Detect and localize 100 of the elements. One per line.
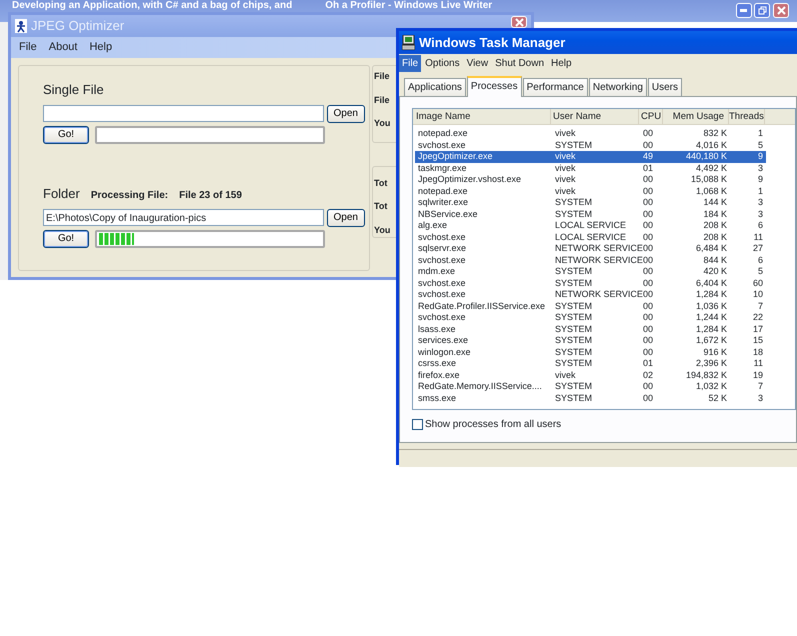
- menu-item[interactable]: Help: [89, 39, 112, 56]
- table-cell-text: 00: [642, 266, 654, 278]
- column-header[interactable]: CPU: [639, 109, 663, 124]
- table-cell-text: NETWORK SERVICE: [554, 289, 641, 300]
- table-cell-text: 6,484 K: [694, 243, 728, 254]
- table-cell-text: 1,672 K: [694, 335, 728, 346]
- process-row[interactable]: notepad.exe vivek 00 1,068 K 1: [415, 186, 766, 197]
- table-cell-text: winlogon.exe: [417, 346, 472, 358]
- table-cell-text: 19: [752, 370, 764, 381]
- process-row[interactable]: RedGate.Profiler.IISService.exe SYSTEM 00 1,036 K 7: [415, 300, 766, 312]
- process-row[interactable]: services.exe SYSTEM 00 1,672 K 15: [415, 335, 766, 346]
- table-cell-text: 15: [752, 335, 764, 346]
- process-row[interactable]: svchost.exe NETWORK SERVICE00 844 K 6: [415, 254, 766, 266]
- process-row[interactable]: svchost.exe LOCAL SERVICE 00 208 K 11: [415, 232, 766, 243]
- column-header[interactable]: Threads: [729, 109, 765, 124]
- go-button[interactable]: Go!: [43, 230, 89, 248]
- process-row[interactable]: mdm.exe SYSTEM 00 420 K 5: [415, 266, 766, 278]
- table-cell-text: 3: [756, 197, 764, 208]
- close-button[interactable]: [773, 3, 789, 18]
- process-row[interactable]: RedGate.Memory.IISService.... SYSTEM 00 1,032 K 7: [415, 381, 766, 392]
- process-row[interactable]: svchost.exe SYSTEM 00 6,404 K 60: [415, 278, 766, 289]
- section-heading: Folder: [43, 184, 80, 203]
- table-cell-text: SYSTEM: [554, 266, 594, 278]
- process-row[interactable]: taskmgr.exe vivek 01 4,492 K 3: [415, 162, 766, 174]
- tab[interactable]: Processes: [466, 76, 522, 97]
- menu-item[interactable]: View: [464, 54, 492, 72]
- process-row[interactable]: JpegOptimizer.vshost.exe vivek 00 15,088 K 9: [415, 174, 766, 186]
- table-cell-text: 10: [752, 289, 764, 300]
- table-cell-text: svchost.exe: [417, 254, 467, 266]
- table-cell-text: 2,396 K: [694, 358, 728, 370]
- close-button[interactable]: [511, 16, 527, 28]
- table-cell-text: NETWORK SERVICE: [554, 243, 641, 254]
- menu-item[interactable]: File: [399, 54, 422, 72]
- table-cell-text: 4,016 K: [694, 140, 728, 151]
- process-row[interactable]: firefox.exe vivek 02 194,832 K 19: [415, 370, 766, 381]
- table-cell-text: 17: [752, 324, 764, 335]
- table-cell-text: 1,284 K: [694, 289, 728, 300]
- table-cell-text: mdm.exe: [417, 266, 456, 278]
- table-cell-text: svchost.exe: [417, 278, 467, 289]
- column-header[interactable]: User Name: [551, 109, 639, 124]
- table-cell-text: vivek: [554, 370, 577, 381]
- path-field[interactable]: E:\Photos\Copy of Inauguration-pics: [43, 208, 324, 226]
- table-cell-text: SYSTEM: [554, 381, 594, 392]
- table-cell-text: svchost.exe: [417, 140, 467, 151]
- tab[interactable]: Applications: [404, 78, 466, 96]
- table-cell-text: 144 K: [702, 197, 728, 208]
- table-cell-text: 6: [756, 254, 764, 266]
- process-row[interactable]: smss.exe SYSTEM 00 52 K 3: [415, 392, 766, 404]
- restore-button[interactable]: [754, 3, 770, 18]
- status-label: Processing File:: [90, 188, 168, 203]
- table-cell-text: 440,180 K: [684, 151, 728, 162]
- tab[interactable]: Performance: [522, 78, 588, 96]
- table-cell-text: 1,244 K: [694, 312, 728, 324]
- tab[interactable]: Users: [648, 78, 682, 96]
- menu-item[interactable]: File: [19, 39, 37, 56]
- minimize-button[interactable]: [736, 3, 752, 18]
- process-row[interactable]: sqlservr.exe NETWORK SERVICE00 6,484 K 27: [415, 243, 766, 254]
- go-button[interactable]: Go!: [43, 126, 89, 144]
- process-row[interactable]: JpegOptimizer.exe vivek 49 440,180 K 9: [415, 151, 766, 162]
- process-row[interactable]: svchost.exe SYSTEM 00 1,244 K 22: [415, 312, 766, 324]
- table-cell-text: 00: [642, 324, 654, 335]
- open-button[interactable]: Open: [326, 105, 365, 123]
- path-field[interactable]: [43, 105, 324, 122]
- table-cell-text: lsass.exe: [417, 324, 457, 335]
- table-cell-text: 27: [752, 243, 764, 254]
- table-cell-text: 9: [756, 151, 764, 162]
- process-row[interactable]: sqlwriter.exe SYSTEM 00 144 K 3: [415, 197, 766, 208]
- table-cell-text: 832 K: [702, 128, 728, 140]
- column-header[interactable]: Image Name: [413, 109, 551, 124]
- table-cell-text: 1: [756, 186, 764, 197]
- table-cell-text: vivek: [554, 186, 577, 197]
- process-row[interactable]: alg.exe LOCAL SERVICE 00 208 K 6: [415, 220, 766, 232]
- status-value: File 23 of 159: [179, 188, 242, 203]
- window-title: JPEG Optimizer: [31, 17, 124, 36]
- table-cell-text: 1,284 K: [694, 324, 728, 335]
- open-button[interactable]: Open: [326, 208, 365, 227]
- table-cell-text: 916 K: [702, 346, 728, 358]
- process-row[interactable]: NBService.exe SYSTEM 00 184 K 3: [415, 208, 766, 220]
- table-cell-text: 7: [756, 381, 764, 392]
- column-header[interactable]: Mem Usage: [663, 109, 729, 124]
- table-cell-text: services.exe: [417, 335, 470, 346]
- tab[interactable]: Networking: [588, 78, 647, 96]
- menu-item[interactable]: Options: [422, 54, 463, 72]
- menu-item[interactable]: Shut Down: [492, 54, 548, 72]
- menu-item[interactable]: Help: [548, 54, 575, 72]
- table-cell-text: sqlwriter.exe: [417, 197, 470, 208]
- process-row[interactable]: lsass.exe SYSTEM 00 1,284 K 17: [415, 324, 766, 335]
- process-row[interactable]: csrss.exe SYSTEM 01 2,396 K 11: [415, 358, 766, 370]
- table-cell-text: vivek: [554, 151, 577, 162]
- checkbox[interactable]: [412, 419, 423, 430]
- close-icon: [514, 18, 524, 26]
- process-row[interactable]: notepad.exe vivek 00 832 K 1: [415, 128, 766, 140]
- process-row[interactable]: winlogon.exe SYSTEM 00 916 K 18: [415, 346, 766, 358]
- table-cell-text: 208 K: [702, 220, 728, 232]
- table-cell-text: 4,492 K: [694, 162, 728, 174]
- process-row[interactable]: svchost.exe NETWORK SERVICE00 1,284 K 10: [415, 289, 766, 300]
- menu-item[interactable]: About: [48, 39, 78, 56]
- process-row[interactable]: svchost.exe SYSTEM 00 4,016 K 5: [415, 140, 766, 151]
- app-icon: [15, 19, 27, 33]
- table-cell-text: vivek: [554, 174, 577, 186]
